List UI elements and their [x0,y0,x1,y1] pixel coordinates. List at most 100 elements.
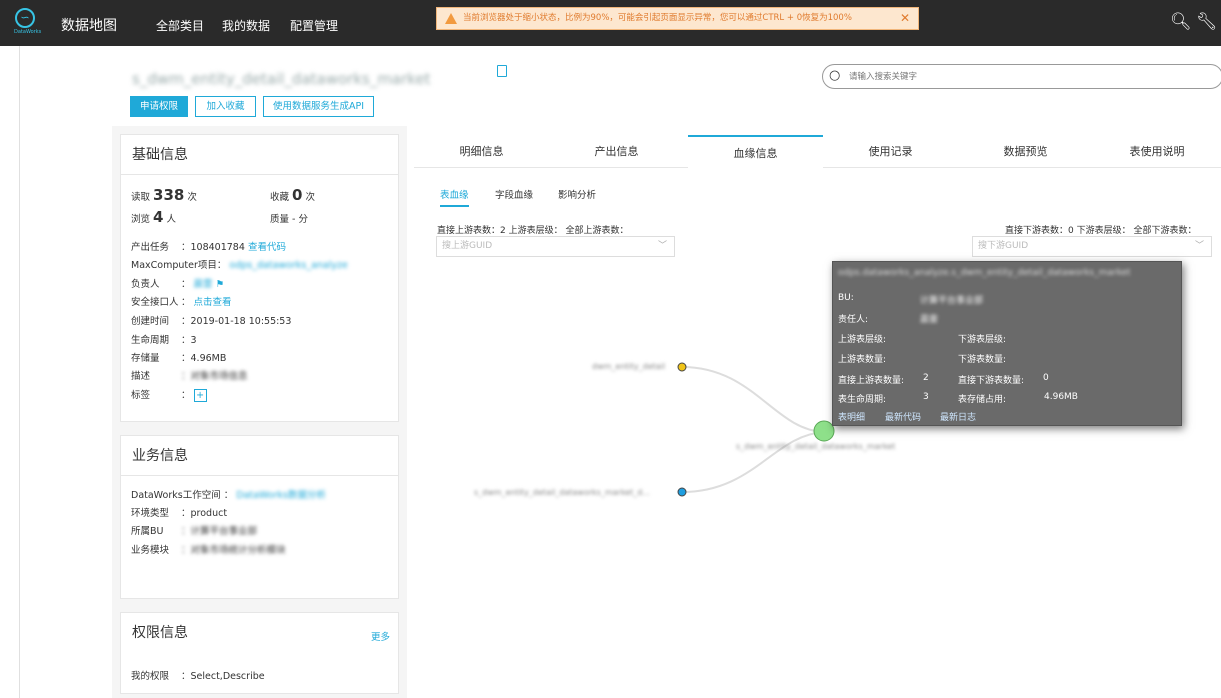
downstream-guid-select[interactable]: 搜下游GUID ﹀ [972,236,1212,257]
row-value: ：对象市场信息 [181,371,248,382]
row-owner: 负责人 ： 晨雷 ⚑ [131,276,224,290]
subtab-impact-analysis[interactable]: 影响分析 [558,187,596,201]
browse-unit: 人 [166,214,177,225]
upstream-summary: 直接上游表数：2 上游表层级： 全部上游表数： [437,226,629,236]
tab-usage-record[interactable]: 使用记录 [823,135,958,168]
tab-detail[interactable]: 明细信息 [414,135,549,168]
tooltip-storage-label: 表存储占用: [958,395,1007,405]
tooltip-direct-up-label: 直接上游表数量: [838,376,905,386]
row-value: ：Select,Describe [181,671,265,682]
row-label: 我的权限 [131,671,170,682]
app-title[interactable]: 数据地图 [61,15,117,35]
row-label: 业务模块 [131,545,170,556]
downstream-summary: 直接下游表数：0 下游表层级： 全部下游表数： [1005,226,1197,236]
row-label: 负责人 [131,279,160,290]
collect-stat: 收藏 0 次 [270,186,315,204]
copy-icon[interactable] [497,65,507,77]
subtab-field-lineage[interactable]: 字段血缘 [495,187,533,201]
row-workspace: DataWorks工作空间 ： DataWorks数据分析 [131,487,326,501]
tab-table-description[interactable]: 表使用说明 [1093,135,1221,168]
read-stat: 读取 338 次 [131,186,197,204]
browse-label: 浏览 [131,214,151,225]
permission-title: 权限信息 [132,625,188,641]
dataworks-logo[interactable]: ∽ DataWorks [14,8,42,38]
row-value: ： [181,297,191,308]
node-current[interactable] [813,420,835,442]
tooltip-down-count-label: 下游表数量: [958,355,1007,365]
tooltip-down-level-label: 下游表层级: [958,335,1007,345]
node-bottom-label: s_dwm_entity_detail_dataworks_market_d..… [474,488,650,497]
tooltip-link-detail[interactable]: 表明细 [838,410,865,423]
tooltip-direct-down-label: 直接下游表数量: [958,376,1025,386]
basic-info-title: 基础信息 [121,135,398,175]
tooltip-bu-value: 计算平台事业部 [920,296,984,306]
downstream-guid-placeholder: 搜下游GUID [978,241,1029,251]
row-label: 存储量 [131,353,160,364]
subtab-table-lineage[interactable]: 表血缘 [440,187,469,207]
apply-permission-button[interactable]: 申请权限 [130,96,188,117]
collect-value: 0 [292,186,303,204]
search-box[interactable]: ○ [822,64,1221,89]
tooltip-link-log[interactable]: 最新日志 [940,410,976,423]
logo-icon: ∽ [15,8,35,28]
tooltip-life-value: 3 [923,392,929,402]
tooltip-life-label: 表生命周期: [838,395,887,405]
read-label: 读取 [131,192,151,203]
row-label: 生命周期 [131,335,170,346]
collect-unit: 次 [305,192,316,203]
nav-all-categories[interactable]: 全部类目 [156,17,204,34]
quality-label: 质量 [270,214,290,225]
node-upstream-bottom[interactable] [677,487,687,497]
row-storage: 存储量 ：4.96MB [131,350,226,364]
tooltip-link-code[interactable]: 最新代码 [885,410,921,423]
tooltip-title: odps.dataworks_analyze.s_dwm_entity_deta… [838,268,1131,278]
tooltip-storage-value: 4.96MB [1044,392,1078,402]
row-env: 环境类型 ：product [131,505,227,519]
workspace-link[interactable]: DataWorks数据分析 [236,490,326,501]
row-label: MaxComputer项目 [131,260,217,271]
click-view-link[interactable]: 点击查看 [194,297,232,308]
tooltip-up-count-label: 上游表数量: [838,355,887,365]
tooltip-bu-label: BU: [838,293,854,303]
browse-value: 4 [153,208,164,226]
tab-output[interactable]: 产出信息 [549,135,684,168]
tooltip-owner-value: 晨雷 [920,315,939,325]
left-strip [0,46,20,698]
row-maxcompute-project: MaxComputer项目： odps_dataworks_analyze [131,257,348,271]
add-tag-icon[interactable]: + [193,389,207,402]
nav-config[interactable]: 配置管理 [290,17,338,34]
more-link[interactable]: 更多 [371,629,390,643]
edge-bottom [681,431,825,493]
row-security-contact: 安全接口人： 点击查看 [131,294,232,308]
node-top-label: dwm_entity_detail [592,362,666,371]
wrench-icon[interactable]: 🔧︎ [1196,12,1218,32]
generate-api-button[interactable]: 使用数据服务生成API [263,96,374,117]
logo-text: DataWorks [14,29,42,35]
owner-link[interactable]: 晨雷 [194,279,213,290]
chevron-down-icon: ﹀ [1194,241,1204,251]
row-description: 描述 ：对象市场信息 [131,368,248,382]
row-module: 业务模块 ：对象市场统计分析模块 [131,542,286,556]
view-code-link[interactable]: 查看代码 [248,242,286,253]
tab-data-preview[interactable]: 数据预览 [958,135,1093,168]
close-icon[interactable]: ✕ [900,8,910,29]
search-input[interactable] [849,69,1149,85]
read-value: 338 [153,186,185,204]
nav-my-data[interactable]: 我的数据 [222,17,270,34]
row-value: ： [181,279,191,290]
row-label: 描述 [131,371,151,382]
project-link[interactable]: odps_dataworks_analyze [229,260,347,271]
add-favorite-button[interactable]: 加入收藏 [195,96,256,117]
row-label: 环境类型 [131,508,170,519]
node-upstream-top[interactable] [677,362,687,372]
browse-stat: 浏览 4 人 [131,208,176,226]
zoom-warning-banner: 当前浏览器处于缩小状态，比例为90%，可能会引起页面显示异常，您可以通过CTRL… [436,7,919,30]
row-label: 安全接口人 [131,297,179,308]
quality-value: - 分 [292,214,308,225]
search-icon[interactable]: 🔍︎ [1170,12,1192,32]
row-value: ：108401784 [181,242,245,253]
chat-icon[interactable]: ⚑ [216,279,225,290]
node-tooltip: odps.dataworks_analyze.s_dwm_entity_deta… [832,261,1182,426]
upstream-guid-select[interactable]: 搜上游GUID ﹀ [436,236,675,257]
tab-lineage[interactable]: 血缘信息 [688,135,823,168]
